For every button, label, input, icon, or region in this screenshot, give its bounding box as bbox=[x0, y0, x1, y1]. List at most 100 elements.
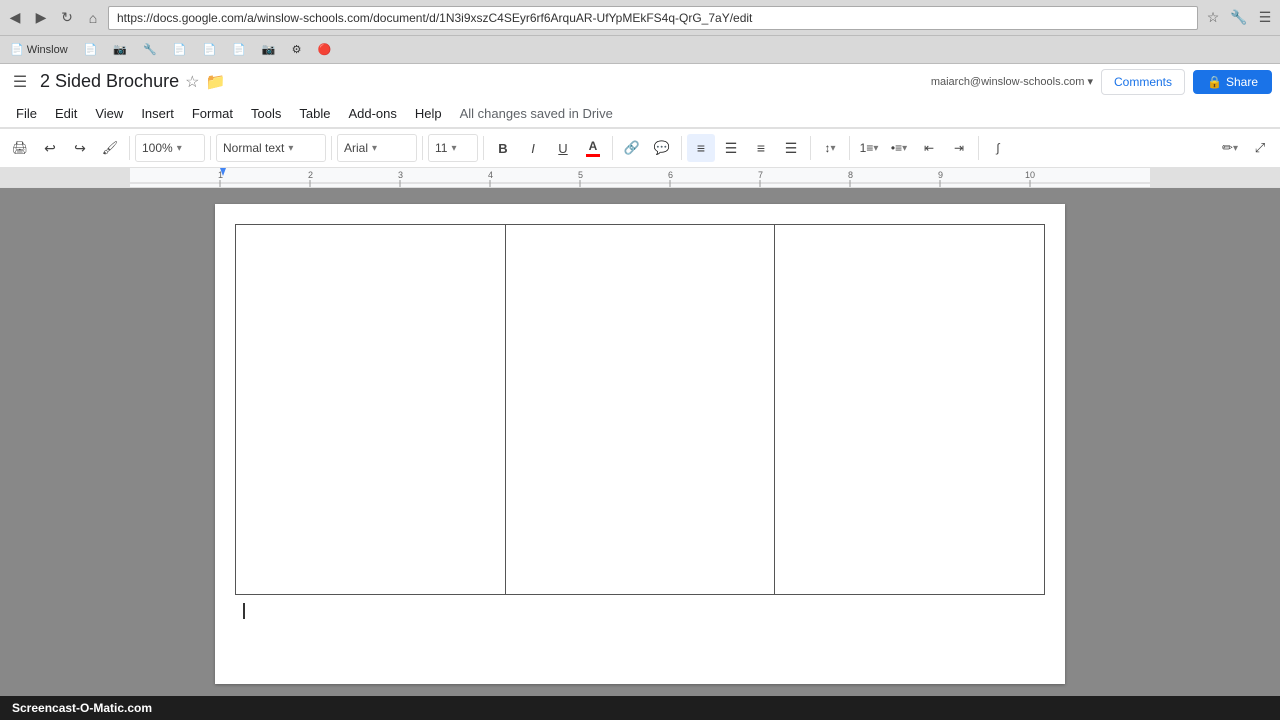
bookmark-item-9[interactable]: ⚙ bbox=[286, 40, 308, 60]
link-button[interactable]: 🔗 bbox=[618, 134, 646, 162]
svg-text:4: 4 bbox=[488, 170, 493, 180]
back-button[interactable]: ◀ bbox=[4, 7, 26, 29]
browser-actions: ☆ 🔧 ☰ bbox=[1202, 7, 1276, 29]
text-style-dropdown[interactable]: Normal text ▾ bbox=[216, 134, 326, 162]
reload-button[interactable]: ↻ bbox=[56, 7, 78, 29]
separator-1 bbox=[129, 136, 130, 160]
bookmark-item-10[interactable]: 🔴 bbox=[311, 40, 337, 60]
bookmark-item-4[interactable]: 🔧 bbox=[137, 40, 163, 60]
table-cell-2[interactable] bbox=[505, 225, 775, 595]
share-label: Share bbox=[1226, 75, 1258, 89]
text-cursor bbox=[243, 603, 245, 619]
paint-format-button[interactable]: 🖌 bbox=[96, 134, 124, 162]
font-dropdown[interactable]: Arial ▾ bbox=[337, 134, 417, 162]
align-justify-button[interactable]: ☰ bbox=[777, 134, 805, 162]
zoom-value: 100% bbox=[142, 141, 173, 155]
decrease-indent-icon: ⇤ bbox=[924, 141, 934, 155]
menu-table[interactable]: Table bbox=[291, 103, 338, 124]
bookmark-item-2[interactable]: 📄 bbox=[78, 40, 104, 60]
svg-text:10: 10 bbox=[1025, 170, 1035, 180]
home-button[interactable]: ⌂ bbox=[82, 7, 104, 29]
line-spacing-button[interactable]: ↕ ▾ bbox=[816, 134, 844, 162]
menu-file[interactable]: File bbox=[8, 103, 45, 124]
bulleted-list-button[interactable]: •≡ ▾ bbox=[885, 134, 913, 162]
doc-title-area: 2 Sided Brochure ☆ 📁 bbox=[40, 71, 923, 92]
comments-button[interactable]: Comments bbox=[1101, 69, 1185, 95]
bulleted-list-icon: •≡ bbox=[891, 141, 902, 155]
redo-button[interactable]: ↪ bbox=[66, 134, 94, 162]
italic-button[interactable]: I bbox=[519, 134, 547, 162]
bookmark-item-6[interactable]: 📄 bbox=[196, 40, 222, 60]
separator-2 bbox=[210, 136, 211, 160]
app-header: ☰ 2 Sided Brochure ☆ 📁 maiarch@winslow-s… bbox=[0, 64, 1280, 128]
separator-8 bbox=[810, 136, 811, 160]
separator-4 bbox=[422, 136, 423, 160]
app-container: ☰ 2 Sided Brochure ☆ 📁 maiarch@winslow-s… bbox=[0, 64, 1280, 696]
left-sidebar bbox=[0, 188, 130, 696]
line-spacing-chevron: ▾ bbox=[830, 143, 835, 154]
numbered-list-button[interactable]: 1≡ ▾ bbox=[855, 134, 883, 162]
underline-button[interactable]: U bbox=[549, 134, 577, 162]
align-center-icon: ☰ bbox=[725, 140, 738, 157]
menu-addons[interactable]: Add-ons bbox=[340, 103, 404, 124]
edit-mode-button[interactable]: ✏ ▾ bbox=[1216, 134, 1244, 162]
align-center-button[interactable]: ☰ bbox=[717, 134, 745, 162]
expand-button[interactable]: ⤢ bbox=[1246, 134, 1274, 162]
url-text: https://docs.google.com/a/winslow-school… bbox=[117, 11, 752, 25]
print-button[interactable]: 🖨 bbox=[6, 134, 34, 162]
main-content bbox=[0, 188, 1280, 696]
bookmark-item-3[interactable]: 📷 bbox=[107, 40, 133, 60]
share-button[interactable]: 🔒 Share bbox=[1193, 70, 1272, 94]
separator-5 bbox=[483, 136, 484, 160]
comments-label: Comments bbox=[1114, 75, 1172, 89]
font-size-value: 11 bbox=[435, 141, 447, 155]
menu-help[interactable]: Help bbox=[407, 103, 450, 124]
svg-text:3: 3 bbox=[398, 170, 403, 180]
svg-text:6: 6 bbox=[668, 170, 673, 180]
address-bar[interactable]: https://docs.google.com/a/winslow-school… bbox=[108, 6, 1198, 30]
formula-button[interactable]: ∫ bbox=[984, 134, 1012, 162]
zoom-dropdown[interactable]: 100% ▾ bbox=[135, 134, 205, 162]
table-cell-1[interactable] bbox=[236, 225, 506, 595]
bookmark-item-7[interactable]: 📄 bbox=[226, 40, 252, 60]
folder-icon[interactable]: 📁 bbox=[205, 72, 225, 92]
separator-3 bbox=[331, 136, 332, 160]
align-right-button[interactable]: ≡ bbox=[747, 134, 775, 162]
comment-button[interactable]: 💬 bbox=[648, 134, 676, 162]
expand-icon: ⤢ bbox=[1255, 140, 1265, 156]
svg-text:5: 5 bbox=[578, 170, 583, 180]
chrome-menu-button[interactable]: ☰ bbox=[1254, 7, 1276, 29]
extensions-button[interactable]: 🔧 bbox=[1228, 7, 1250, 29]
forward-button[interactable]: ▶ bbox=[30, 7, 52, 29]
document-page[interactable] bbox=[215, 204, 1065, 684]
page-area[interactable] bbox=[130, 188, 1150, 696]
separator-9 bbox=[849, 136, 850, 160]
text-color-button[interactable]: A bbox=[579, 134, 607, 162]
browser-toolbar: ◀ ▶ ↻ ⌂ https://docs.google.com/a/winslo… bbox=[0, 0, 1280, 36]
size-chevron: ▾ bbox=[451, 143, 456, 154]
paint-format-icon: 🖌 bbox=[102, 140, 119, 156]
bookmark-item-8[interactable]: 📷 bbox=[256, 40, 282, 60]
star-icon[interactable]: ☆ bbox=[185, 72, 199, 92]
sidebar-toggle-button[interactable]: ☰ bbox=[8, 70, 32, 94]
menu-view[interactable]: View bbox=[87, 103, 131, 124]
menu-tools[interactable]: Tools bbox=[243, 103, 289, 124]
document-table[interactable] bbox=[235, 224, 1045, 595]
header-right: maiarch@winslow-schools.com ▾ Comments 🔒… bbox=[931, 69, 1272, 95]
align-left-button[interactable]: ≡ bbox=[687, 134, 715, 162]
undo-icon: ↩ bbox=[44, 140, 56, 157]
user-email[interactable]: maiarch@winslow-schools.com ▾ bbox=[931, 75, 1093, 88]
decrease-indent-button[interactable]: ⇤ bbox=[915, 134, 943, 162]
increase-indent-button[interactable]: ⇥ bbox=[945, 134, 973, 162]
font-size-dropdown[interactable]: 11 ▾ bbox=[428, 134, 478, 162]
bookmark-star-button[interactable]: ☆ bbox=[1202, 7, 1224, 29]
bookmark-item-5[interactable]: 📄 bbox=[167, 40, 193, 60]
table-cell-3[interactable] bbox=[775, 225, 1045, 595]
underline-icon: U bbox=[558, 141, 567, 156]
bold-button[interactable]: B bbox=[489, 134, 517, 162]
menu-format[interactable]: Format bbox=[184, 103, 241, 124]
undo-button[interactable]: ↩ bbox=[36, 134, 64, 162]
bookmark-item-1[interactable]: 📄Winslow bbox=[4, 40, 74, 60]
menu-edit[interactable]: Edit bbox=[47, 103, 85, 124]
menu-insert[interactable]: Insert bbox=[133, 103, 182, 124]
